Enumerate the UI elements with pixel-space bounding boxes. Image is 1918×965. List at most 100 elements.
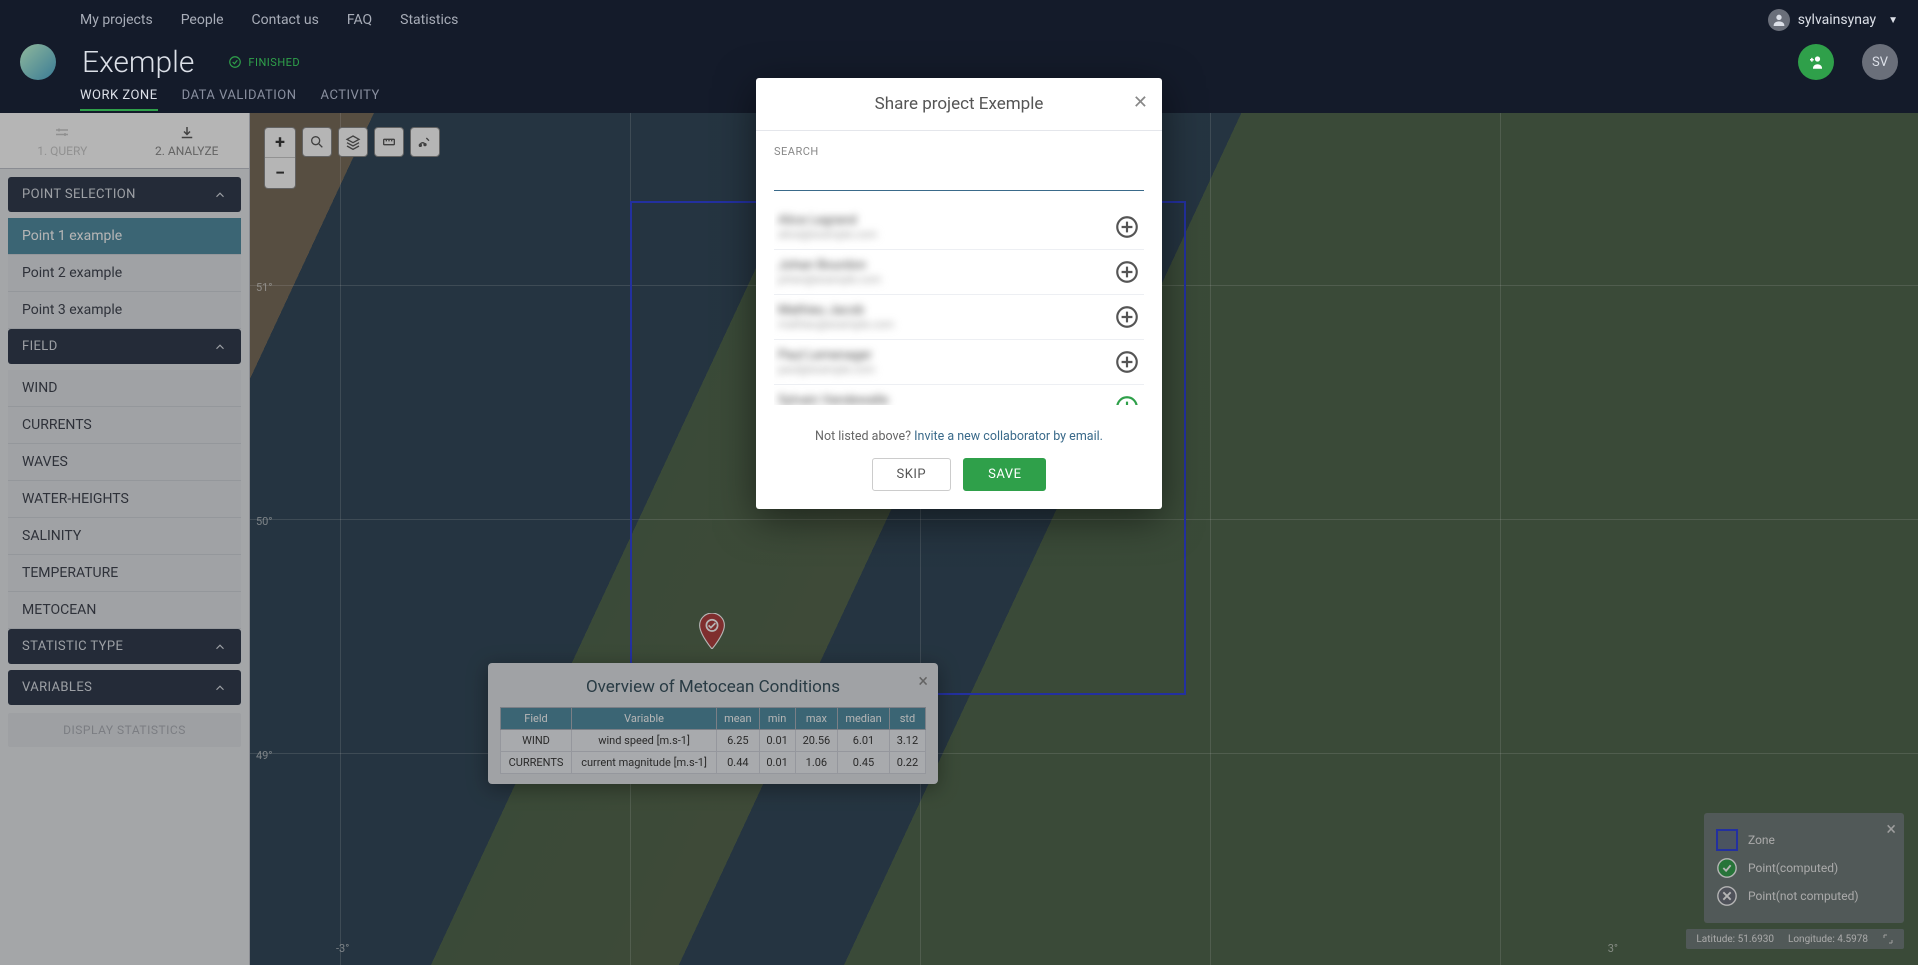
person-row: Johan Bourdon johan@example.com <box>774 250 1144 295</box>
field-salinity[interactable]: SALINITY <box>8 518 241 555</box>
th-std: std <box>889 708 925 730</box>
legend: × Zone Point(computed) Point(not compute… <box>1704 813 1904 923</box>
search-tool[interactable] <box>302 127 332 157</box>
ruler-icon <box>381 134 397 150</box>
nav-contact[interactable]: Contact us <box>252 12 319 28</box>
invite-link[interactable]: Invite a new collaborator by email. <box>914 429 1103 444</box>
tab-data-validation[interactable]: DATA VALIDATION <box>182 88 297 111</box>
overview-popup: × Overview of Metocean Conditions Field … <box>488 663 938 784</box>
zoom-in-button[interactable]: + <box>265 128 295 158</box>
table-row: CURRENTS current magnitude [m.s-1] 0.44 … <box>501 752 926 774</box>
draw-tool[interactable] <box>410 127 440 157</box>
step-query-label: 1. QUERY <box>37 144 87 158</box>
th-variable: Variable <box>571 708 716 730</box>
plus-circle-icon <box>1114 304 1140 330</box>
point-item-2[interactable]: Point 2 example <box>8 255 241 292</box>
not-listed: Not listed above? Invite a new collabora… <box>756 411 1162 458</box>
nav-faq[interactable]: FAQ <box>347 12 372 28</box>
plus-circle-icon <box>1114 394 1140 405</box>
field-waves[interactable]: WAVES <box>8 444 241 481</box>
share-modal: Share project Exemple ✕ SEARCH Alice Leg… <box>756 78 1162 509</box>
stats-table: Field Variable mean min max median std W… <box>500 707 926 774</box>
accordion-variables[interactable]: VARIABLES <box>8 670 241 705</box>
field-water-heights[interactable]: WATER-HEIGHTS <box>8 481 241 518</box>
layers-tool[interactable] <box>338 127 368 157</box>
draw-icon <box>417 134 433 150</box>
step-analyze-label: 2. ANALYZE <box>155 144 219 158</box>
map-marker[interactable] <box>698 613 726 649</box>
statistic-type-title: STATISTIC TYPE <box>22 639 123 654</box>
add-person-button[interactable] <box>1114 394 1140 405</box>
add-user-button[interactable] <box>1798 44 1834 80</box>
overview-close[interactable]: × <box>918 671 928 692</box>
avatar[interactable]: SV <box>1862 44 1898 80</box>
nav-statistics[interactable]: Statistics <box>400 12 458 28</box>
map-tools <box>302 127 440 157</box>
accordion-point-selection[interactable]: POINT SELECTION <box>8 177 241 212</box>
not-computed-swatch <box>1716 885 1738 907</box>
legend-computed: Point(computed) <box>1716 857 1892 879</box>
field-currents[interactable]: CURRENTS <box>8 407 241 444</box>
tab-work-zone[interactable]: WORK ZONE <box>80 88 158 111</box>
user-icon <box>1768 9 1790 31</box>
field-wind[interactable]: WIND <box>8 370 241 407</box>
point-item-3[interactable]: Point 3 example <box>8 292 241 329</box>
accordion-statistic-type[interactable]: STATISTIC TYPE <box>8 629 241 664</box>
status-badge: FINISHED <box>228 55 300 69</box>
th-mean: mean <box>717 708 759 730</box>
skip-button[interactable]: SKIP <box>872 458 952 491</box>
field-title: FIELD <box>22 339 58 354</box>
field-temperature[interactable]: TEMPERATURE <box>8 555 241 592</box>
variables-title: VARIABLES <box>22 680 92 695</box>
zoom-out-button[interactable]: − <box>265 158 295 188</box>
chevron-up-icon <box>213 188 227 202</box>
step-tabs: 1. QUERY 2. ANALYZE <box>0 113 249 169</box>
panel-scroll[interactable]: POINT SELECTION Point 1 example Point 2 … <box>0 169 249 965</box>
modal-header: Share project Exemple ✕ <box>756 78 1162 131</box>
app-logo <box>20 44 56 80</box>
add-person-button[interactable] <box>1114 304 1140 330</box>
save-button[interactable]: SAVE <box>963 458 1046 491</box>
tab-activity[interactable]: ACTIVITY <box>321 88 380 111</box>
accordion-field[interactable]: FIELD <box>8 329 241 364</box>
expand-icon[interactable] <box>1882 933 1894 945</box>
person-row: Paul Lemenager paul@example.com <box>774 340 1144 385</box>
display-statistics-button[interactable]: DISPLAY STATISTICS <box>8 713 241 747</box>
coords-bar: Latitude: 51.6930 Longitude: 4.5978 <box>1686 929 1904 949</box>
person-name: Alice Legrand <box>778 213 877 228</box>
th-field: Field <box>501 708 572 730</box>
measure-tool[interactable] <box>374 127 404 157</box>
project-title: Exemple <box>82 45 194 80</box>
modal-close-button[interactable]: ✕ <box>1133 92 1148 113</box>
chevron-up-icon <box>213 640 227 654</box>
legend-close[interactable]: × <box>1886 819 1896 840</box>
add-person-button[interactable] <box>1114 259 1140 285</box>
left-panel: 1. QUERY 2. ANALYZE POINT SELECTION Poin… <box>0 113 250 965</box>
add-person-button[interactable] <box>1114 214 1140 240</box>
step-query[interactable]: 1. QUERY <box>0 113 125 168</box>
person-email: johan@example.com <box>778 273 881 286</box>
top-nav: My projects People Contact us FAQ Statis… <box>0 0 1918 40</box>
modal-actions: SKIP SAVE <box>756 458 1162 509</box>
add-person-button[interactable] <box>1114 349 1140 375</box>
chevron-up-icon <box>213 681 227 695</box>
people-list[interactable]: Alice Legrand alice@example.com Johan Bo… <box>774 205 1144 405</box>
plus-circle-icon <box>1114 349 1140 375</box>
computed-swatch <box>1716 857 1738 879</box>
nav-my-projects[interactable]: My projects <box>80 12 153 28</box>
th-max: max <box>795 708 838 730</box>
search-input[interactable] <box>774 162 1144 191</box>
point-item-1[interactable]: Point 1 example <box>8 218 241 255</box>
nav-people[interactable]: People <box>181 12 224 28</box>
modal-title: Share project Exemple <box>875 94 1044 114</box>
plus-circle-icon <box>1114 214 1140 240</box>
plus-circle-icon <box>1114 259 1140 285</box>
chevron-up-icon <box>213 340 227 354</box>
field-metocean[interactable]: METOCEAN <box>8 592 241 629</box>
th-median: median <box>838 708 890 730</box>
person-name: Mathieu Jacob <box>778 303 894 318</box>
user-menu[interactable]: sylvainsynay ▼ <box>1768 9 1898 31</box>
zoom-controls: + − <box>264 127 296 189</box>
step-analyze[interactable]: 2. ANALYZE <box>125 113 250 168</box>
username: sylvainsynay <box>1798 12 1876 28</box>
